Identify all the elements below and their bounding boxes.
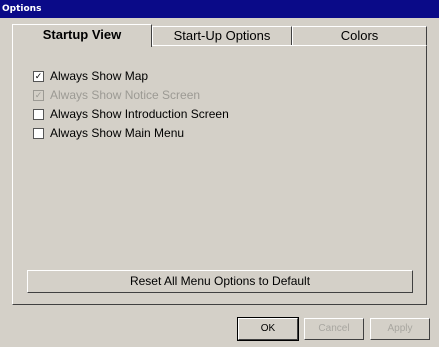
tab-startup-view[interactable]: Startup View [12, 24, 152, 47]
checkbox-icon: ✓ [33, 89, 44, 101]
options-dialog: Options Startup View Start-Up Options Co… [0, 0, 439, 347]
window-title: Options [2, 4, 42, 14]
option-always-show-map[interactable]: ✓ Always Show Map [33, 67, 148, 85]
option-label: Always Show Notice Screen [50, 88, 201, 102]
option-always-show-notice-screen: ✓ Always Show Notice Screen [33, 86, 200, 104]
tab-start-up-options[interactable]: Start-Up Options [152, 26, 292, 45]
title-bar: Options [0, 0, 439, 18]
reset-defaults-button[interactable]: Reset All Menu Options to Default [27, 270, 413, 293]
cancel-button[interactable]: Cancel [304, 318, 364, 340]
checkbox-icon[interactable] [33, 127, 44, 139]
apply-button[interactable]: Apply [370, 318, 430, 340]
tab-label: Startup View [42, 27, 122, 42]
checkbox-icon[interactable] [33, 108, 44, 120]
tab-label: Start-Up Options [173, 28, 271, 43]
tab-colors[interactable]: Colors [292, 26, 427, 45]
tab-label: Colors [340, 28, 379, 43]
tab-panel-startup-view: ✓ Always Show Map ✓ Always Show Notice S… [12, 45, 427, 305]
option-label: Always Show Main Menu [50, 126, 185, 140]
option-label: Always Show Introduction Screen [50, 107, 229, 121]
checkbox-icon[interactable]: ✓ [33, 70, 44, 82]
option-always-show-main-menu[interactable]: Always Show Main Menu [33, 124, 184, 142]
option-label: Always Show Map [50, 69, 149, 83]
option-always-show-introduction-screen[interactable]: Always Show Introduction Screen [33, 105, 229, 123]
ok-button[interactable]: OK [237, 317, 299, 341]
tab-strip: Startup View Start-Up Options Colors [12, 24, 427, 47]
